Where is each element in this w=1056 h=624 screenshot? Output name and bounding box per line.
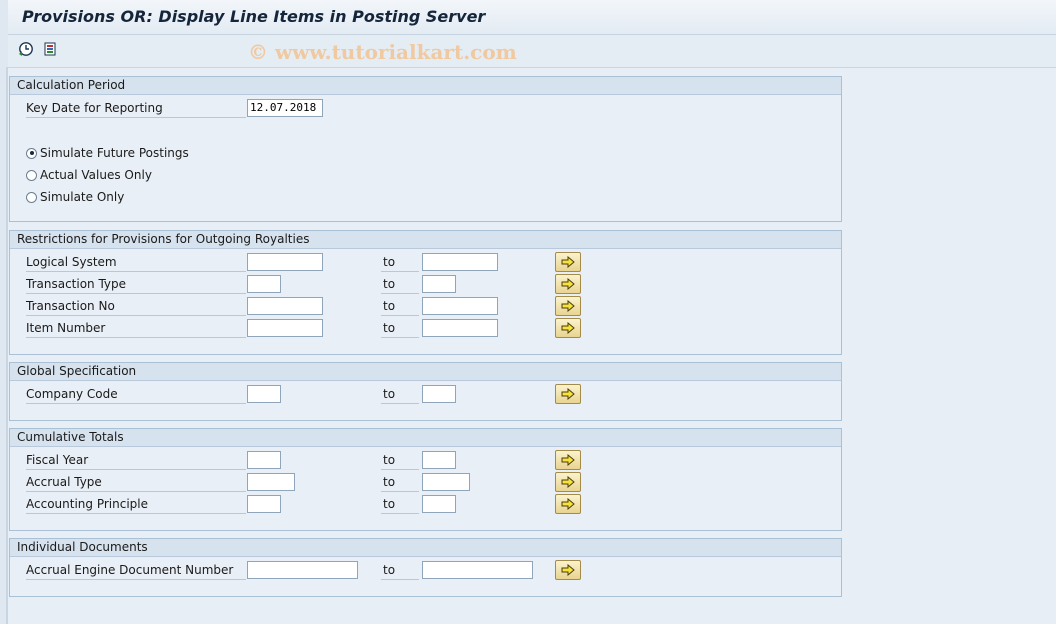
radio-actual-values[interactable]: Actual Values Only — [26, 166, 152, 184]
radio-indicator[interactable] — [26, 169, 37, 181]
group-calculation-period: Calculation Period Key Date for Reportin… — [9, 76, 842, 222]
to-label: to — [381, 562, 419, 580]
group-individual-documents: Individual Documents Accrual Engine Docu… — [9, 538, 842, 597]
group-cumulative-totals: Cumulative Totals Fiscal Year to Accrual… — [9, 428, 842, 531]
item-number-to[interactable] — [422, 319, 498, 337]
group-header: Cumulative Totals — [10, 429, 841, 447]
arrow-right-icon — [561, 388, 575, 400]
radio-label: Actual Values Only — [40, 168, 152, 182]
item-number-from[interactable] — [247, 319, 323, 337]
fiscal-year-from[interactable] — [247, 451, 281, 469]
to-label: to — [381, 452, 419, 470]
transaction-no-label: Transaction No — [26, 298, 246, 316]
key-date-label: Key Date for Reporting — [26, 100, 246, 118]
accrual-type-label: Accrual Type — [26, 474, 246, 492]
multiple-selection-button[interactable] — [555, 296, 581, 316]
multiple-selection-button[interactable] — [555, 450, 581, 470]
to-label: to — [381, 298, 419, 316]
accrual-engine-document-number-label: Accrual Engine Document Number — [26, 562, 246, 580]
item-number-label: Item Number — [26, 320, 246, 338]
accrual-type-from[interactable] — [247, 473, 295, 491]
group-header: Restrictions for Provisions for Outgoing… — [10, 231, 841, 249]
multiple-selection-button[interactable] — [555, 384, 581, 404]
multiple-selection-button[interactable] — [555, 494, 581, 514]
group-header: Global Specification — [10, 363, 841, 381]
to-label: to — [381, 276, 419, 294]
execute-clock-icon[interactable] — [17, 40, 35, 58]
accounting-principle-from[interactable] — [247, 495, 281, 513]
company-code-to[interactable] — [422, 385, 456, 403]
title-bar: Provisions OR: Display Line Items in Pos… — [8, 0, 1056, 35]
accrual-engine-document-from[interactable] — [247, 561, 358, 579]
multiple-selection-button[interactable] — [555, 274, 581, 294]
arrow-right-icon — [561, 278, 575, 290]
transaction-no-to[interactable] — [422, 297, 498, 315]
multiple-selection-button[interactable] — [555, 560, 581, 580]
arrow-right-icon — [561, 300, 575, 312]
radio-label: Simulate Future Postings — [40, 146, 189, 160]
arrow-right-icon — [561, 322, 575, 334]
to-label: to — [381, 386, 419, 404]
key-date-input[interactable]: 12.07.2018 — [247, 99, 323, 117]
arrow-right-icon — [561, 476, 575, 488]
accounting-principle-label: Accounting Principle — [26, 496, 246, 514]
transaction-type-label: Transaction Type — [26, 276, 246, 294]
watermark: © www.tutorialkart.com — [248, 40, 517, 64]
arrow-right-icon — [561, 498, 575, 510]
arrow-right-icon — [561, 454, 575, 466]
transaction-no-from[interactable] — [247, 297, 323, 315]
transaction-type-to[interactable] — [422, 275, 456, 293]
to-label: to — [381, 474, 419, 492]
logical-system-from[interactable] — [247, 253, 323, 271]
group-header: Individual Documents — [10, 539, 841, 557]
group-global-specification: Global Specification Company Code to — [9, 362, 842, 421]
arrow-right-icon — [561, 564, 575, 576]
accrual-type-to[interactable] — [422, 473, 470, 491]
page-title: Provisions OR: Display Line Items in Pos… — [22, 7, 486, 26]
company-code-from[interactable] — [247, 385, 281, 403]
multiple-selection-button[interactable] — [555, 318, 581, 338]
radio-simulate-future[interactable]: Simulate Future Postings — [26, 144, 189, 162]
accrual-engine-document-to[interactable] — [422, 561, 533, 579]
application-toolbar — [8, 35, 1056, 68]
radio-label: Simulate Only — [40, 190, 125, 204]
group-header: Calculation Period — [10, 77, 841, 95]
accounting-principle-to[interactable] — [422, 495, 456, 513]
fiscal-year-to[interactable] — [422, 451, 456, 469]
logical-system-to[interactable] — [422, 253, 498, 271]
company-code-label: Company Code — [26, 386, 246, 404]
multiple-selection-button[interactable] — [555, 472, 581, 492]
radio-indicator[interactable] — [26, 191, 37, 203]
fiscal-year-label: Fiscal Year — [26, 452, 246, 470]
logical-system-label: Logical System — [26, 254, 246, 272]
radio-selected-indicator[interactable] — [26, 147, 37, 159]
radio-simulate-only[interactable]: Simulate Only — [26, 188, 124, 206]
transaction-type-from[interactable] — [247, 275, 281, 293]
to-label: to — [381, 496, 419, 514]
group-restrictions: Restrictions for Provisions for Outgoing… — [9, 230, 842, 355]
multiple-selection-button[interactable] — [555, 252, 581, 272]
selection-options-icon[interactable] — [41, 40, 59, 58]
to-label: to — [381, 320, 419, 338]
to-label: to — [381, 254, 419, 272]
arrow-right-icon — [561, 256, 575, 268]
